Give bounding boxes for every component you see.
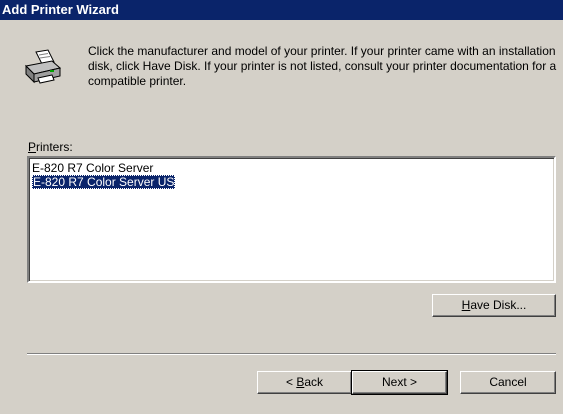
cancel-button[interactable]: Cancel (460, 371, 556, 394)
back-button[interactable]: < Back (257, 371, 352, 394)
printers-label-rest: rinters: (36, 140, 73, 154)
next-button[interactable]: Next > (351, 370, 448, 395)
window-title: Add Printer Wizard (2, 2, 119, 17)
list-item-selected[interactable]: E-820 R7 Color Server US (30, 175, 553, 189)
have-disk-button[interactable]: Have Disk... (432, 294, 556, 317)
printers-listbox[interactable]: E-820 R7 Color Server E-820 R7 Color Ser… (27, 156, 556, 283)
printers-label: Printers: (28, 140, 73, 154)
list-item[interactable]: E-820 R7 Color Server (30, 161, 553, 175)
printer-icon (24, 49, 62, 84)
title-bar: Add Printer Wizard (0, 0, 563, 20)
instructions-text: Click the manufacturer and model of your… (88, 44, 557, 88)
separator (27, 353, 556, 355)
printers-label-accel: P (28, 140, 37, 154)
